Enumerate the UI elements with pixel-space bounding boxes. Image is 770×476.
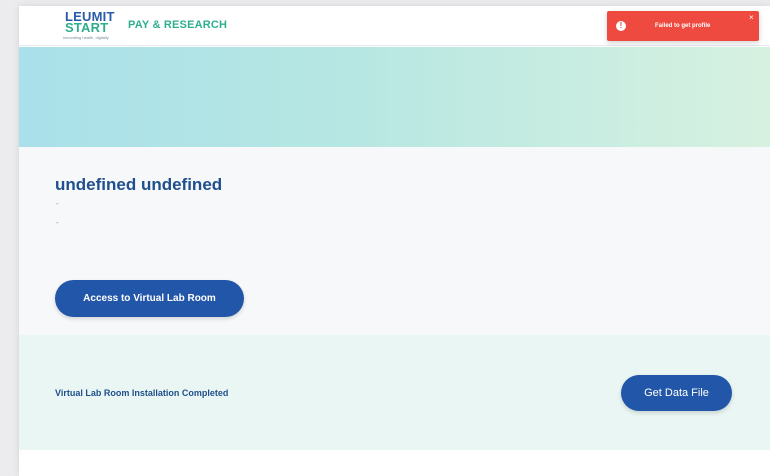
logo-tagline: innovating health, digitally bbox=[63, 35, 109, 40]
profile-name: undefined undefined bbox=[55, 175, 223, 194]
top-header: LEUMIT START innovating health, digitall… bbox=[19, 6, 770, 46]
leumit-start-logo[interactable]: LEUMIT START innovating health, digitall… bbox=[63, 10, 119, 42]
toast-message: Failed to get profile bbox=[655, 23, 711, 29]
profile-detail-2: - bbox=[56, 218, 59, 227]
brand-title: PAY & RESEARCH bbox=[128, 19, 228, 31]
alert-circle-icon: ! bbox=[616, 21, 626, 31]
close-icon[interactable]: × bbox=[749, 14, 754, 22]
app-window: LEUMIT START innovating health, digitall… bbox=[19, 6, 770, 476]
access-virtual-lab-button[interactable]: Access to Virtual Lab Room bbox=[55, 280, 244, 317]
installation-section: Virtual Lab Room Installation Completed … bbox=[19, 335, 770, 450]
logo-line-2: START bbox=[65, 20, 109, 35]
profile-detail-1: - bbox=[56, 199, 59, 208]
footer bbox=[19, 450, 770, 476]
profile-section: undefined undefined - - Access to Virtua… bbox=[19, 147, 770, 335]
error-toast: ! Failed to get profile × bbox=[607, 11, 759, 41]
get-data-file-button[interactable]: Get Data File bbox=[621, 375, 732, 411]
hero-banner bbox=[19, 47, 770, 147]
installation-status: Virtual Lab Room Installation Completed bbox=[55, 388, 229, 398]
